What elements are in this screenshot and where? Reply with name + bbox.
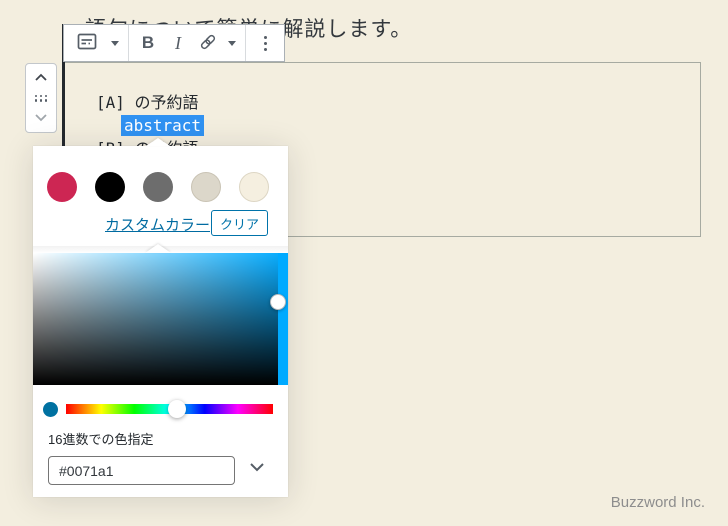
hue-strip-edge [278,253,288,385]
swatch-accent[interactable] [47,172,77,202]
drag-handle-icon[interactable] [34,94,48,102]
preformatted-block-icon [75,30,99,57]
block-switcher-group [64,25,128,61]
clear-color-button[interactable]: クリア [211,210,268,236]
popover-arrow-icon [146,138,170,146]
hue-slider-handle[interactable] [168,400,186,418]
chevron-down-icon [249,460,265,475]
kebab-menu-icon [250,35,280,51]
options-group [245,25,284,61]
block-toolbar: B I [63,24,285,62]
block-mover [25,63,57,133]
block-type-button[interactable] [68,27,106,59]
more-options-button[interactable] [250,27,280,59]
picker-collapse-button[interactable] [241,451,273,483]
swatch-subtle-background[interactable] [191,172,221,202]
custom-color-row: カスタムカラー クリア [33,210,288,238]
editor-screen: 語句について簡単に解説します。 [A] の予約語 abstract [B] の予… [0,0,728,526]
move-up-button[interactable] [33,69,49,87]
current-color-swatch [43,402,58,417]
swatch-primary[interactable] [95,172,125,202]
swatch-secondary[interactable] [143,172,173,202]
code-line[interactable]: abstract [121,115,205,136]
hex-color-label: 16進数での色指定 [48,432,154,447]
text-color-popover: カスタムカラー クリア 16進数での色指定 [33,138,288,497]
color-swatches [47,172,269,202]
picker-popover-arrow-icon [145,244,171,253]
swatch-background[interactable] [239,172,269,202]
hex-color-input[interactable] [48,456,235,485]
saturation-handle[interactable] [270,294,286,310]
bold-button[interactable]: B [133,27,163,59]
more-formatting-dropdown-icon[interactable] [228,40,236,46]
saturation-gradient[interactable] [33,253,288,385]
hex-section: 16進数での色指定 [48,429,273,485]
site-credit: Buzzword Inc. [610,494,705,511]
block-switcher-dropdown-icon[interactable] [111,40,119,46]
custom-color-link[interactable]: カスタムカラー [105,214,210,235]
bold-icon: B [141,33,155,52]
italic-button[interactable]: I [163,27,193,59]
link-button[interactable] [193,27,223,59]
hue-row [33,396,288,422]
move-down-button[interactable] [33,109,49,127]
link-icon [197,31,219,56]
italic-icon: I [175,32,181,53]
selected-text[interactable]: abstract [121,115,205,136]
formatting-group: B I [128,25,245,61]
code-line[interactable]: [A] の予約語 [96,93,199,113]
